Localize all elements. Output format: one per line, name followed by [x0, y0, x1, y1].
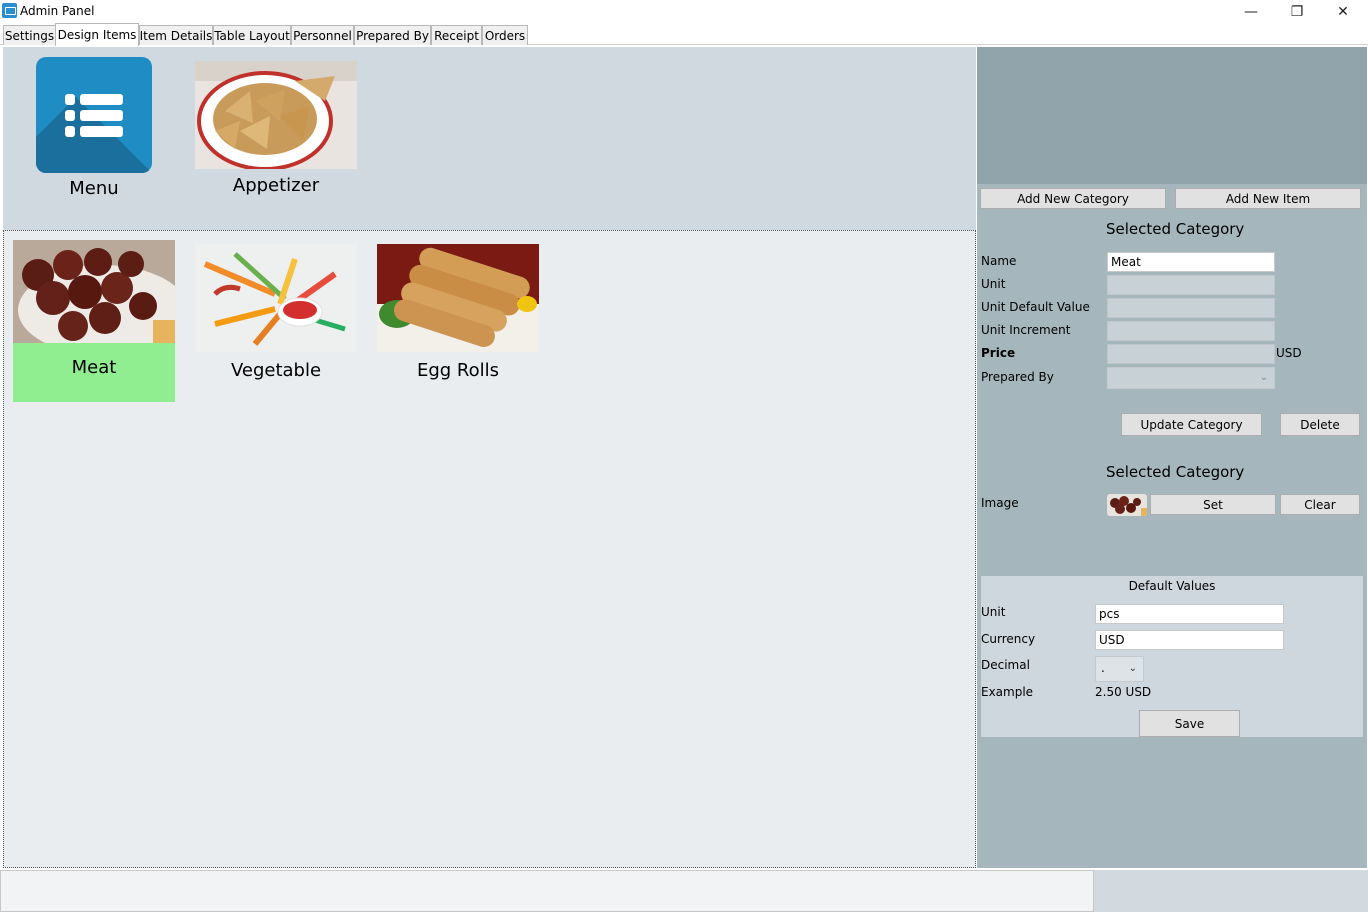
- prepared-by-select[interactable]: ⌄: [1107, 367, 1275, 389]
- tab-prepared-by[interactable]: Prepared By: [354, 25, 431, 45]
- item-label: Meat: [71, 357, 117, 378]
- selected-category-image-title: Selected Category: [1106, 463, 1245, 481]
- tab-personnel[interactable]: Personnel: [291, 25, 354, 45]
- close-icon: ✕: [1337, 4, 1349, 20]
- status-bar-right: [1094, 870, 1368, 912]
- item-label: Vegetable: [230, 360, 322, 381]
- close-button[interactable]: ✕: [1320, 0, 1366, 24]
- unit-default-value-input[interactable]: [1107, 298, 1275, 318]
- price-input[interactable]: [1107, 344, 1275, 364]
- prepared-by-label: Prepared By: [981, 370, 1054, 384]
- example-label: Example: [981, 685, 1034, 699]
- item-tile-meat[interactable]: Meat: [13, 240, 175, 402]
- selected-category-title: Selected Category: [1106, 220, 1245, 238]
- price-currency-label: USD: [1276, 346, 1302, 360]
- chevron-down-icon: ⌄: [1128, 663, 1137, 674]
- tab-orders[interactable]: Orders: [482, 25, 528, 45]
- tab-design-items[interactable]: Design Items: [55, 23, 139, 46]
- category-editor-panel: Add New Category Add New Item Selected C…: [977, 184, 1367, 868]
- example-value: 2.50 USD: [1095, 685, 1152, 699]
- unit-increment-label: Unit Increment: [981, 323, 1071, 337]
- unit-input[interactable]: [1107, 275, 1275, 295]
- default-unit-input[interactable]: pcs: [1095, 604, 1284, 624]
- image-label: Image: [981, 496, 1019, 510]
- preview-area: [977, 47, 1367, 184]
- price-label: Price: [981, 346, 1016, 360]
- set-image-button[interactable]: Set: [1150, 494, 1276, 515]
- name-input[interactable]: Meat: [1107, 252, 1275, 272]
- restore-icon: ❐: [1290, 4, 1304, 20]
- item-label: Egg Rolls: [416, 360, 500, 381]
- tab-receipt[interactable]: Receipt: [431, 25, 482, 45]
- tab-strip: Settings Design Items Item Details Table…: [0, 23, 1368, 46]
- save-defaults-button[interactable]: Save: [1139, 710, 1240, 737]
- vegetable-image: [195, 244, 357, 352]
- unit-label: Unit: [981, 277, 1006, 291]
- appetizer-image: [195, 61, 357, 169]
- default-values-title: Default Values: [1128, 579, 1216, 593]
- category-image-thumbnail: [1107, 494, 1147, 516]
- category-label: Menu: [69, 178, 119, 199]
- meat-image: [13, 240, 175, 343]
- minimize-button[interactable]: —: [1228, 0, 1274, 24]
- category-tile-appetizer[interactable]: Appetizer: [195, 61, 357, 196]
- app-icon: [2, 3, 17, 18]
- default-values-box: Default Values Unit pcs Currency USD Dec…: [981, 576, 1363, 737]
- egg-rolls-image: [377, 244, 539, 352]
- default-currency-label: Currency: [981, 632, 1036, 646]
- unit-default-value-label: Unit Default Value: [981, 300, 1090, 314]
- title-bar: Admin Panel — ❐ ✕: [0, 0, 1368, 24]
- add-new-category-button[interactable]: Add New Category: [980, 188, 1166, 209]
- restore-button[interactable]: ❐: [1274, 0, 1320, 24]
- default-currency-input[interactable]: USD: [1095, 630, 1284, 650]
- minimize-icon: —: [1244, 4, 1258, 20]
- add-new-item-button[interactable]: Add New Item: [1175, 188, 1361, 209]
- category-tile-menu[interactable]: Menu: [13, 57, 175, 199]
- decimal-select[interactable]: . ⌄: [1095, 656, 1144, 682]
- name-label: Name: [981, 254, 1017, 268]
- default-unit-label: Unit: [981, 605, 1006, 619]
- tab-settings[interactable]: Settings: [3, 25, 56, 45]
- chevron-down-icon: ⌄: [1259, 372, 1268, 383]
- category-area: Menu Appetizer: [3, 47, 976, 230]
- tab-item-details[interactable]: Item Details: [139, 25, 213, 45]
- unit-increment-input[interactable]: [1107, 321, 1275, 341]
- tab-table-layout[interactable]: Table Layout: [213, 25, 291, 45]
- item-tile-vegetable[interactable]: Vegetable: [195, 244, 357, 381]
- window-title: Admin Panel: [20, 4, 95, 18]
- update-category-button[interactable]: Update Category: [1121, 413, 1262, 436]
- item-tile-egg-rolls[interactable]: Egg Rolls: [377, 244, 539, 381]
- status-bar: [0, 870, 1094, 912]
- decimal-select-value: .: [1101, 661, 1105, 675]
- category-label: Appetizer: [232, 175, 320, 196]
- clear-image-button[interactable]: Clear: [1280, 494, 1360, 515]
- menu-list-icon: [36, 57, 152, 173]
- items-area: Meat Vegetable Egg Rolls: [3, 230, 976, 868]
- default-decimal-label: Decimal: [981, 658, 1030, 672]
- delete-button[interactable]: Delete: [1280, 413, 1360, 436]
